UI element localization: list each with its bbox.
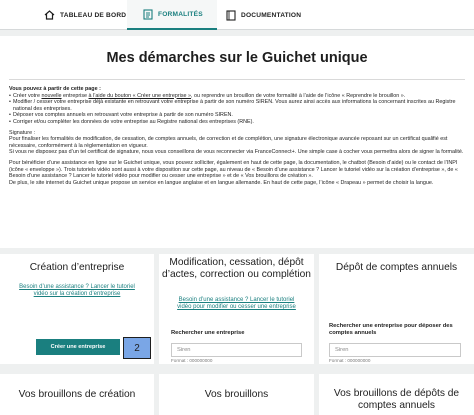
signature-paragraph-2: Si vous ne disposez pas d’un tel certifi… [9,149,464,156]
card-modification: Modification, cessation, dépôt d’actes, … [159,254,314,364]
card-brouillons: Vos brouillons [159,374,314,415]
list-item: Modifier / cesser votre entreprise déjà … [9,99,467,112]
siren-search-input[interactable] [171,343,302,357]
card-title: Modification, cessation, dépôt d’actes, … [162,257,311,280]
signature-heading: Signature : [9,129,36,136]
tab-label: TABLEAU DE BORD [60,11,127,19]
list-item: Créer votre nouvelle entreprise à l’aide… [9,93,467,100]
list-item: Déposer vos comptes annuels en retrouvan… [9,112,467,119]
intro-panel: Mes démarches sur le Guichet unique Vous… [0,36,474,248]
signature-paragraph: Pour finaliser les formalités de modific… [9,136,448,149]
card-title: Vos brouillons [204,389,269,400]
tab-label: FORMALITÉS [158,10,203,18]
bullet-text: entreprise [61,92,89,99]
card-comptes-annuels: Dépôt de comptes annuels Rechercher une … [319,254,474,364]
siren-search-input[interactable] [329,343,461,357]
tab-documentation[interactable]: DOCUMENTATION [226,0,301,30]
card-title: Création d’entreprise [29,262,125,273]
tab-label: DOCUMENTATION [241,11,302,19]
step-badge: 2 [123,337,151,359]
intro-text: Vous pouvez à partir de cette page : Cré… [9,86,467,186]
book-icon [226,9,236,21]
card-title: Dépôt de comptes annuels [335,262,458,273]
search-label: Rechercher une entreprise pour déposer d… [329,323,453,336]
page-title: Mes démarches sur le Guichet unique [106,50,368,66]
card-title: Vos brouillons de dépôts de comptes annu… [333,388,460,411]
link-creer-entreprise[interactable]: à l’aide du bouton « Créer une entrepris… [89,93,192,99]
document-list-icon [143,8,153,20]
card-creation-entreprise: Création d’entreprise Besoin d’une assis… [0,254,154,364]
card-brouillons-creation: Vos brouillons de création [0,374,154,415]
create-enterprise-button[interactable]: Créer une entreprise [36,339,120,355]
search-hint: Format : 000000000 [329,358,371,363]
tutorial-creation-link[interactable]: Besoin d’une assistance ? Lancer le tuto… [14,284,140,298]
help-paragraph: Pour bénéficier d’une assistance en lign… [9,159,458,180]
intro-list: Créer votre nouvelle entreprise à l’aide… [9,93,467,126]
divider [9,79,465,80]
intro-heading: Vous pouvez à partir de cette page : [9,86,101,92]
language-paragraph: De plus, le site internet du Guichet uni… [9,179,434,186]
bullet-text: , ou reprendre un brouillon de votre for… [191,92,406,99]
search-label: Rechercher une entreprise [171,330,245,336]
top-navigation: TABLEAU DE BORD FORMALITÉS DOCUMENTATION [0,0,474,30]
bullet-text: Créer votre [13,92,42,99]
list-item: Corriger et/ou compléter les données de … [9,119,467,126]
home-icon [44,10,55,20]
search-hint: Format : 000000000 [171,358,213,363]
tab-tableau-de-bord[interactable]: TABLEAU DE BORD [44,0,126,30]
card-title: Vos brouillons de création [18,389,136,400]
link-nouvelle[interactable]: nouvelle [41,93,61,99]
card-brouillons-comptes: Vos brouillons de dépôts de comptes annu… [319,374,474,415]
tab-formalites[interactable]: FORMALITÉS [127,0,217,30]
tutorial-modification-link[interactable]: Besoin d’une assistance ? Lancer le tuto… [173,297,300,311]
